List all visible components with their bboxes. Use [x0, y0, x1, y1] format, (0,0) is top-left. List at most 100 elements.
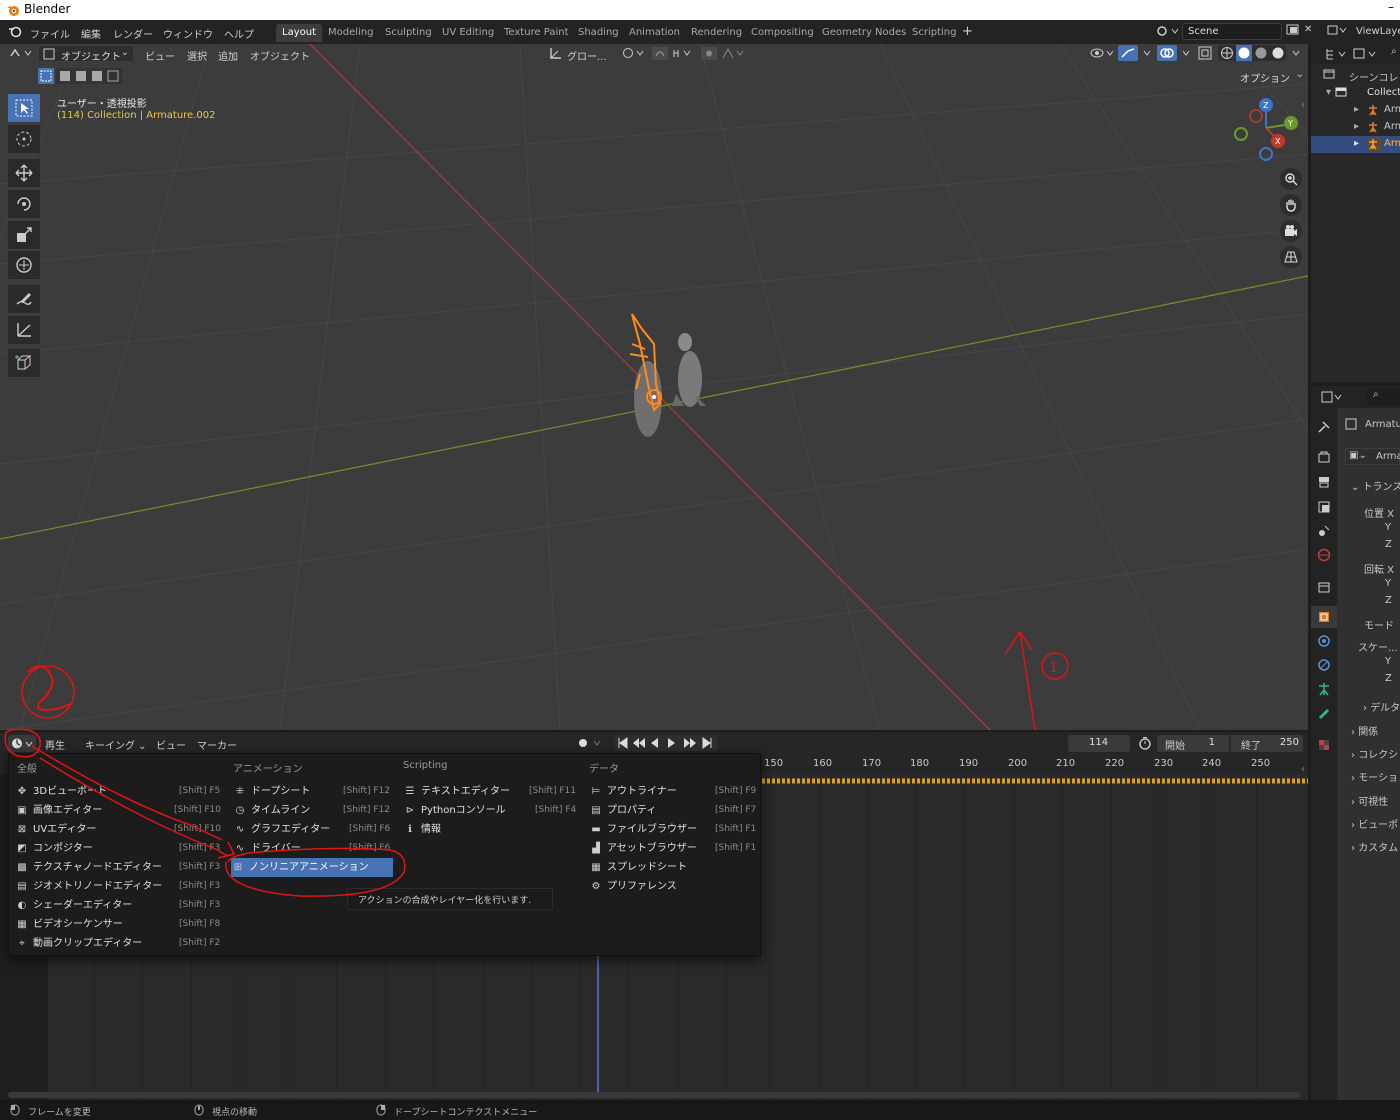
scene-collection-label[interactable]: シーンコレ — [1349, 69, 1399, 84]
current-frame-field[interactable]: 114 — [1068, 735, 1130, 752]
camera-icon[interactable] — [1280, 220, 1302, 242]
xray-icon[interactable] — [1198, 46, 1212, 60]
object-tab-icon[interactable] — [1311, 606, 1337, 628]
zoom-icon[interactable] — [1280, 168, 1302, 190]
perspective-grid-icon[interactable] — [1280, 246, 1302, 268]
menu-view[interactable]: ビュー — [145, 48, 175, 63]
motion-paths-panel[interactable]: › モーショ — [1351, 769, 1398, 784]
tab-layout[interactable]: Layout — [276, 24, 322, 42]
editor-type-icon[interactable] — [8, 46, 34, 60]
display-mode-icon[interactable] — [1353, 47, 1379, 61]
navigation-gizmo[interactable]: Z Y X — [1228, 96, 1308, 166]
orientation-dropdown[interactable]: グロー... — [567, 48, 607, 63]
add-cube-tool[interactable] — [8, 349, 40, 377]
menu-select[interactable]: 選択 — [187, 48, 207, 63]
object-data-tab-icon[interactable] — [1311, 678, 1337, 700]
menu-item-spreadsheet[interactable]: ▦ スプレッドシート — [589, 858, 757, 877]
remove-scene-icon[interactable]: ✕ — [1304, 24, 1312, 35]
overlay-toggle-icon[interactable] — [1157, 45, 1195, 61]
cursor-tool[interactable] — [8, 125, 40, 153]
playback-controls[interactable] — [614, 735, 718, 751]
collections-panel[interactable]: › コレクシ — [1351, 746, 1398, 761]
tab-geometry-nodes[interactable]: Geometry Nodes — [816, 24, 912, 42]
select-box-tool[interactable] — [8, 94, 40, 122]
tab-rendering[interactable]: Rendering — [685, 24, 748, 42]
view-layer-tab-icon[interactable] — [1311, 496, 1337, 518]
scale-tool[interactable] — [8, 221, 40, 249]
menu-render[interactable]: レンダー — [113, 26, 153, 41]
view-layer-icon[interactable] — [1327, 24, 1349, 36]
tab-sculpting[interactable]: Sculpting — [379, 24, 438, 42]
collection-tab-icon[interactable] — [1311, 576, 1337, 598]
sidebar-toggle-icon[interactable]: ‹ — [1301, 100, 1305, 111]
outliner-editor-icon[interactable] — [1325, 47, 1349, 61]
annotate-tool[interactable] — [8, 285, 40, 313]
rotate-tool[interactable] — [8, 190, 40, 218]
relations-panel[interactable]: › 関係 — [1351, 723, 1378, 738]
tab-uv-editing[interactable]: UV Editing — [436, 24, 500, 42]
mode-dropdown[interactable]: オブジェクト ⌄ — [38, 45, 134, 63]
options-dropdown[interactable]: オプション ⌄ — [1236, 68, 1306, 86]
bone-tab-icon[interactable] — [1311, 703, 1337, 725]
tab-compositing[interactable]: Compositing — [745, 24, 820, 42]
orientation-icon[interactable] — [549, 47, 563, 60]
auto-keying-icon[interactable] — [576, 736, 606, 750]
scene-field[interactable]: Scene — [1182, 23, 1282, 40]
outliner-row-selected[interactable]: ▸ Arm — [1311, 136, 1400, 153]
visibility-icon[interactable] — [1090, 46, 1116, 60]
collection-label[interactable]: Collecti — [1367, 87, 1400, 98]
menu-edit[interactable]: 編集 — [81, 26, 101, 41]
delta-transform-header[interactable]: › デルタ — [1363, 699, 1400, 714]
stopwatch-icon[interactable] — [1138, 736, 1152, 750]
minimize-icon[interactable]: – — [1388, 0, 1394, 14]
move-tool[interactable] — [8, 159, 40, 187]
measure-tool[interactable] — [8, 316, 40, 344]
pan-hand-icon[interactable] — [1280, 194, 1302, 216]
pivot-icon[interactable] — [622, 47, 646, 60]
tab-scripting[interactable]: Scripting — [906, 24, 962, 42]
shading-modes[interactable] — [1218, 45, 1306, 61]
outliner-row[interactable]: ▸ Arm — [1311, 119, 1400, 136]
output-tab-icon[interactable] — [1311, 471, 1337, 493]
select-mode-buttons[interactable] — [38, 68, 122, 84]
scene-icon[interactable] — [1156, 24, 1182, 38]
world-tab-icon[interactable] — [1311, 544, 1337, 566]
snap-icon[interactable] — [652, 47, 692, 60]
render-tab-icon[interactable] — [1311, 446, 1337, 468]
properties-search[interactable]: ⌕ — [1367, 388, 1400, 406]
armature-figures[interactable] — [629, 313, 706, 437]
properties-editor-icon[interactable] — [1321, 390, 1345, 404]
scene-tab-icon[interactable] — [1311, 520, 1337, 542]
start-frame-field[interactable]: 開始 1 — [1157, 735, 1229, 752]
outliner-row[interactable]: ▸ Arm — [1311, 102, 1400, 119]
tab-texture-paint[interactable]: Texture Paint — [498, 24, 575, 42]
outliner[interactable]: ⌕ シーンコレ ▾ Collecti ▸ Arm ▸ Arm ▸ Arm — [1311, 44, 1400, 382]
data-block-field[interactable]: Arma ▣⌄ — [1345, 448, 1400, 465]
blender-menu-icon[interactable] — [8, 24, 22, 38]
collapse-arrow-icon[interactable]: ‹ — [1301, 764, 1305, 775]
tab-modeling[interactable]: Modeling — [322, 24, 380, 42]
menu-file[interactable]: ファイル — [30, 26, 70, 41]
object-name-field[interactable]: Armatur — [1365, 419, 1400, 430]
filter-icon[interactable]: ⌕ — [1391, 46, 1397, 57]
menu-help[interactable]: ヘルプ — [224, 26, 254, 41]
new-scene-icon[interactable] — [1286, 24, 1300, 36]
menu-item-info[interactable]: ℹ 情報 — [403, 820, 583, 839]
tab-animation[interactable]: Animation — [623, 24, 686, 42]
modifier-tab-icon[interactable] — [1311, 630, 1337, 652]
transform-panel-header[interactable]: ⌄ トランス — [1351, 478, 1400, 493]
menu-add[interactable]: 追加 — [218, 48, 238, 63]
view-layer-field[interactable]: ViewLaye — [1356, 26, 1400, 37]
custom-properties-panel[interactable]: › カスタム — [1351, 839, 1398, 854]
menu-object[interactable]: オブジェクト — [250, 48, 310, 63]
texture-tab-icon[interactable] — [1311, 734, 1337, 756]
menu-item-preferences[interactable]: ⚙ プリファレンス — [589, 877, 757, 896]
end-frame-field[interactable]: 終了 250 — [1231, 735, 1303, 752]
tool-settings-tab-icon[interactable] — [1311, 416, 1337, 438]
proportional-edit-icon[interactable] — [701, 47, 745, 60]
visibility-panel[interactable]: › 可視性 — [1351, 793, 1388, 808]
viewport-display-panel[interactable]: › ビューポ — [1351, 816, 1398, 831]
gizmo-toggle-icon[interactable] — [1118, 45, 1156, 61]
physics-tab-icon[interactable] — [1311, 654, 1337, 676]
add-workspace-button[interactable]: + — [962, 24, 973, 39]
